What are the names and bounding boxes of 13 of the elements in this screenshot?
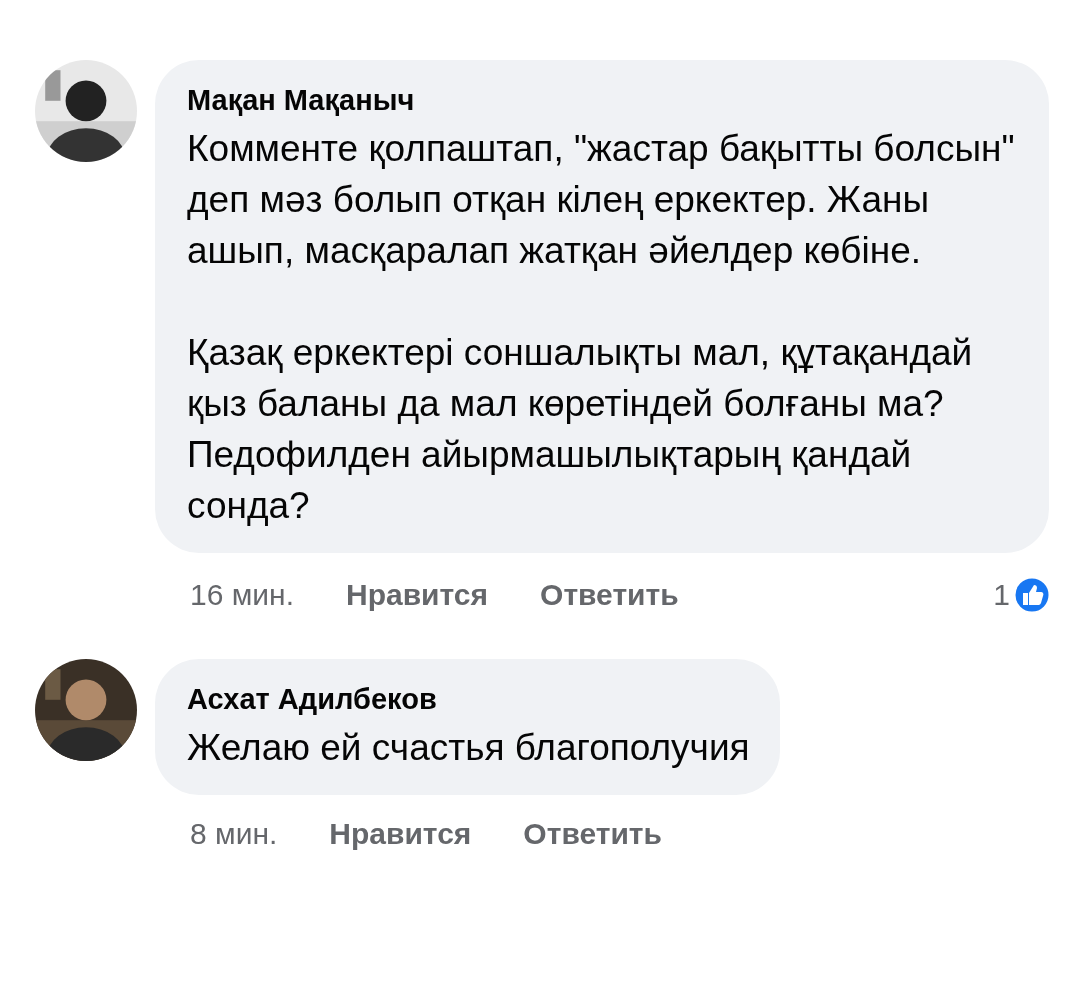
comment-action-link[interactable]: Нравится — [346, 578, 489, 612]
comment-action-link[interactable]: Ответить — [523, 817, 662, 851]
like-icon[interactable] — [1012, 575, 1052, 615]
comment-action-link[interactable]: Ответить — [540, 578, 679, 612]
comment-time: 16 мин. — [190, 578, 294, 612]
comment-text: Желаю ей счастья благополучия — [187, 726, 750, 770]
comment-time: 8 мин. — [190, 817, 278, 851]
comment-text: Қазақ еркектері соншалықты мал, құтақандай қыз баланы да мал көретіндей болғаны ма? Педофилден айырмашылықтарың қандай сонда? — [187, 331, 974, 528]
comment-text: Комменте қолпаштап, "жастар бақытты болсын" деп мәз болып отқан кілең еркектер. Жаны ашып, масқаралап жатқан әйелдер көбіне. — [187, 127, 1016, 273]
reaction-count: 1 — [993, 578, 1010, 612]
author-name[interactable]: Мақан Мақаныч — [187, 84, 1019, 117]
author-name[interactable]: Асхат Адилбеков — [187, 683, 750, 716]
comment-action-link[interactable]: Нравится — [329, 817, 472, 851]
